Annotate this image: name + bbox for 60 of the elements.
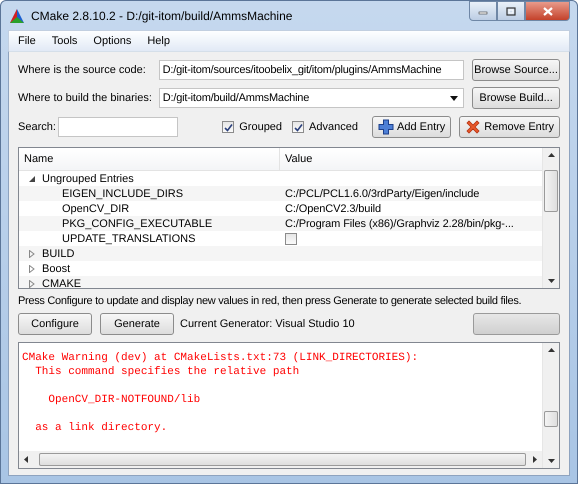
scroll-up-icon bbox=[548, 153, 554, 157]
entry-value[interactable]: C:/PCL/PCL1.6.0/3rdParty/Eigen/include bbox=[285, 188, 480, 200]
field-label: Where to build the binaries: bbox=[18, 92, 153, 104]
menu-item[interactable]: File bbox=[11, 35, 43, 47]
entry-value[interactable]: C:/OpenCV2.3/build bbox=[285, 202, 382, 214]
entry-name[interactable]: UPDATE_TRANSLATIONS bbox=[19, 232, 196, 244]
generator-label: Current Generator: Visual Studio 10 bbox=[180, 318, 356, 330]
app-logo-icon bbox=[9, 8, 25, 24]
entry-name[interactable]: OpenCV_DIR bbox=[19, 202, 130, 214]
search-label: Search: bbox=[18, 121, 57, 133]
configure-button[interactable]: Configure bbox=[18, 313, 92, 335]
plus-icon bbox=[378, 119, 394, 135]
menu-item[interactable]: Help bbox=[140, 35, 177, 47]
group-name[interactable]: CMAKE bbox=[42, 278, 82, 288]
close-button[interactable] bbox=[525, 1, 570, 21]
group-name[interactable]: BUILD bbox=[42, 248, 74, 260]
browse-button[interactable]: Browse Source... bbox=[472, 59, 560, 81]
entry-value[interactable]: C:/Program Files (x86)/Graphviz 2.28/bin/pkg-... bbox=[285, 218, 514, 230]
instruction-text: Press Configure to update and display new values in red, then press Generate to generate selected build files. bbox=[18, 294, 522, 308]
add-entry-button[interactable]: Add Entry bbox=[372, 116, 452, 138]
checkbox-label: Grouped bbox=[239, 121, 282, 133]
path-combo-box[interactable]: D:/git-itom/build/AmmsMachine bbox=[158, 88, 464, 108]
checkbox[interactable] bbox=[285, 232, 297, 244]
entry-name[interactable]: EIGEN_INCLUDE_DIRS bbox=[19, 188, 184, 200]
menu-item[interactable]: Options bbox=[86, 35, 138, 47]
remove-entry-button[interactable]: Remove Entry bbox=[459, 116, 560, 138]
window-title: CMake 2.8.10.2 - D:/git-itom/build/AmmsMachine bbox=[31, 8, 294, 22]
restore-icon bbox=[506, 6, 516, 16]
checkbox[interactable] bbox=[292, 121, 304, 133]
maximize-button[interactable] bbox=[497, 1, 525, 21]
generate-button[interactable]: Generate bbox=[100, 313, 174, 335]
column-header[interactable]: Name bbox=[19, 148, 280, 170]
scroll-right-icon bbox=[533, 456, 537, 463]
field-label: Where is the source code: bbox=[18, 64, 147, 76]
group-name[interactable]: Boost bbox=[42, 262, 70, 274]
scrollbar-thumb[interactable] bbox=[544, 411, 558, 427]
scroll-down-icon bbox=[548, 459, 554, 463]
search-field[interactable] bbox=[58, 117, 178, 137]
menu-item[interactable]: Tools bbox=[44, 35, 84, 47]
vertical-scrollbar[interactable] bbox=[542, 148, 559, 288]
close-icon bbox=[542, 6, 552, 16]
group-name[interactable]: Ungrouped Entries bbox=[42, 172, 134, 184]
dropdown-arrow-icon bbox=[450, 96, 458, 100]
browse-button[interactable]: Browse Build... bbox=[472, 87, 560, 109]
vertical-scrollbar[interactable] bbox=[542, 343, 559, 468]
scrollbar-thumb[interactable] bbox=[39, 453, 526, 466]
column-header[interactable]: Value bbox=[280, 148, 542, 170]
scroll-down-icon bbox=[548, 279, 554, 283]
path-field[interactable]: D:/git-itom/sources/itoobelix_git/itom/plugins/AmmsMachine bbox=[158, 60, 464, 80]
log-message: CMake Warning (dev) at CMakeLists.txt:73 (LINK_DIRECTORIES): This command specifies the relative path OpenCV_DIR-NOTFOUND/lib as a link directory. bbox=[22, 351, 420, 435]
scrollbar-thumb[interactable] bbox=[544, 170, 558, 212]
entry-name[interactable]: PKG_CONFIG_EXECUTABLE bbox=[19, 218, 212, 230]
cross-icon bbox=[465, 119, 482, 135]
horizontal-scrollbar[interactable] bbox=[19, 451, 542, 468]
checkbox[interactable] bbox=[222, 121, 234, 133]
checkmark-icon bbox=[294, 122, 303, 132]
checkmark-icon bbox=[224, 122, 233, 132]
scroll-up-icon bbox=[548, 348, 554, 352]
checkbox-label: Advanced bbox=[309, 121, 358, 133]
scroll-left-icon bbox=[24, 456, 28, 463]
